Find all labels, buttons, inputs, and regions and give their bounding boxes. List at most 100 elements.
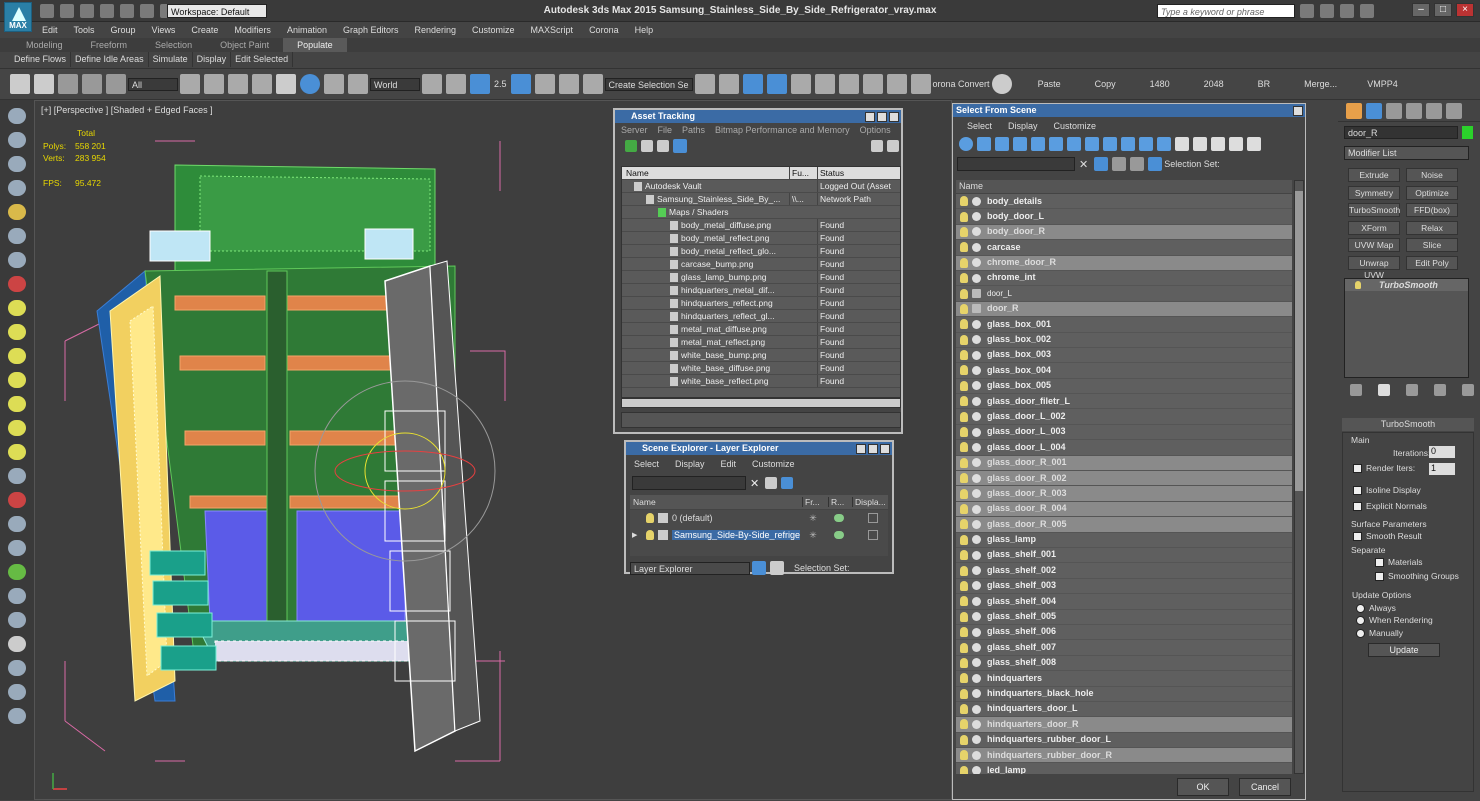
sun-icon[interactable] xyxy=(8,420,26,436)
object-visibility-bulb-icon[interactable] xyxy=(960,642,968,653)
spinner-snap-icon[interactable] xyxy=(558,74,579,94)
scexp-menu-select[interactable]: Select xyxy=(634,459,659,469)
sfs-close-button[interactable] xyxy=(1293,105,1303,116)
asset-horizontal-scrollbar[interactable] xyxy=(621,398,901,408)
utilities-tab-icon[interactable] xyxy=(1446,102,1462,119)
scene-object-row[interactable]: glass_shelf_002 xyxy=(956,563,1292,579)
sphere-gray-icon[interactable] xyxy=(8,636,26,652)
asset-row[interactable]: body_metal_reflect_glo... Found xyxy=(622,245,900,258)
tools-icon[interactable] xyxy=(1320,4,1334,18)
align-icon[interactable] xyxy=(718,74,739,94)
sfs-sort-icon[interactable] xyxy=(1247,137,1261,151)
close-button[interactable]: × xyxy=(1456,3,1474,17)
sfs-search-input[interactable] xyxy=(957,157,1075,171)
sfs-layer2-icon[interactable] xyxy=(1130,157,1145,171)
display-all-icon[interactable] xyxy=(1175,137,1189,151)
camera-icon[interactable] xyxy=(8,228,26,244)
object-visibility-bulb-icon[interactable] xyxy=(960,288,968,299)
scene-object-row[interactable]: glass_box_004 xyxy=(956,363,1292,379)
scexp-menu-edit[interactable]: Edit xyxy=(721,459,737,469)
scene-object-row[interactable]: glass_box_003 xyxy=(956,347,1292,364)
object-visibility-bulb-icon[interactable] xyxy=(960,350,968,361)
scene-object-row[interactable]: body_door_L xyxy=(956,209,1292,225)
stack-bulb-icon[interactable] xyxy=(1355,281,1361,289)
render-icon[interactable] xyxy=(910,74,931,94)
asset-row[interactable]: Samsung_Stainless_Side_By_... \\... Networ… xyxy=(622,193,900,206)
lights-filter-icon[interactable] xyxy=(995,137,1009,151)
list-view-icon[interactable] xyxy=(641,140,653,152)
display-none-icon[interactable] xyxy=(1193,137,1207,151)
settings-icon[interactable] xyxy=(8,684,26,700)
tab-populate[interactable]: Populate xyxy=(283,38,347,52)
cameras-filter-icon[interactable] xyxy=(1013,137,1027,151)
freeze-icon[interactable]: ✳ xyxy=(800,513,826,524)
asset-row[interactable]: carcase_bump.png Found xyxy=(622,258,900,271)
modifier-button-turbosmooth[interactable]: TurboSmooth xyxy=(1348,203,1400,217)
render-iters-spinner[interactable]: 1 xyxy=(1429,463,1455,475)
scexp-layer-row[interactable]: 0 (default) ✳ xyxy=(630,510,888,526)
asset-row[interactable]: hindquarters_reflect.png Found xyxy=(622,297,900,310)
asset-row[interactable]: body_metal_diffuse.png Found xyxy=(622,219,900,232)
render-iters-checkbox[interactable] xyxy=(1353,464,1362,474)
asset-tracking-titlebar[interactable]: Asset Tracking xyxy=(615,110,901,123)
new-layer-icon[interactable] xyxy=(781,477,794,489)
create-tab-icon[interactable] xyxy=(1346,102,1362,119)
configure-sets-icon[interactable] xyxy=(1462,384,1474,396)
asset-minimize-button[interactable] xyxy=(865,111,875,122)
object-visibility-bulb-icon[interactable] xyxy=(960,565,968,576)
menu-customize[interactable]: Customize xyxy=(464,22,523,38)
subtab-edit-selected[interactable]: Edit Selected xyxy=(231,52,294,67)
scene-object-row[interactable]: hindquarters_door_R xyxy=(956,717,1292,733)
object-visibility-bulb-icon[interactable] xyxy=(960,226,968,237)
scexp-minimize-button[interactable] xyxy=(856,443,866,454)
modifier-button-edit-poly[interactable]: Edit Poly xyxy=(1406,255,1458,270)
asset-row[interactable]: hindquarters_reflect_gl... Found xyxy=(622,310,900,323)
asset-menu-options[interactable]: Options xyxy=(860,125,891,135)
asset-options-icon[interactable] xyxy=(887,140,899,152)
asset-maximize-button[interactable] xyxy=(877,111,887,122)
table-view-icon[interactable] xyxy=(673,139,687,153)
tab-freeform[interactable]: Freeform xyxy=(77,38,142,52)
object-visibility-bulb-icon[interactable] xyxy=(960,750,968,761)
asset-menu-paths[interactable]: Paths xyxy=(682,125,705,135)
pivot-icon[interactable] xyxy=(422,74,442,94)
bind-space-warp-icon[interactable] xyxy=(106,74,126,94)
object-visibility-bulb-icon[interactable] xyxy=(960,365,968,376)
manually-radio[interactable] xyxy=(1356,629,1365,639)
object-visibility-bulb-icon[interactable] xyxy=(960,627,968,638)
hair-icon[interactable] xyxy=(8,588,26,604)
scene-object-row[interactable]: glass_door_R_004 xyxy=(956,501,1292,518)
menu-corona[interactable]: Corona xyxy=(581,22,627,38)
scene-object-row[interactable]: glass_shelf_006 xyxy=(956,624,1292,641)
object-visibility-bulb-icon[interactable] xyxy=(960,319,968,330)
undo-icon[interactable] xyxy=(100,4,114,18)
angle-snap-icon[interactable] xyxy=(510,74,531,94)
object-visibility-bulb-icon[interactable] xyxy=(960,765,968,774)
selection-filter-dropdown[interactable]: All xyxy=(128,77,178,91)
cancel-button[interactable]: Cancel xyxy=(1239,778,1291,796)
named-selection-dropdown[interactable]: Create Selection Se xyxy=(604,77,693,91)
scene-object-row[interactable]: glass_box_005 xyxy=(956,378,1292,395)
menu-maxscript[interactable]: MAXScript xyxy=(523,22,582,38)
window-crossing-icon[interactable] xyxy=(252,74,272,94)
vmpp4-button[interactable]: VMPP4 xyxy=(1367,79,1398,89)
link-icon[interactable] xyxy=(58,74,78,94)
render-teapot-icon[interactable] xyxy=(834,514,844,522)
select-object-icon[interactable] xyxy=(180,74,200,94)
help-icon[interactable] xyxy=(1360,4,1374,18)
scene-explorer-toggle-icon[interactable] xyxy=(8,108,26,124)
hidden-filter-icon[interactable] xyxy=(1157,137,1171,151)
sfs-layer-icon[interactable] xyxy=(1112,157,1127,171)
bone-icon[interactable] xyxy=(8,492,26,508)
update-button[interactable]: Update xyxy=(1368,643,1440,657)
asset-col-status[interactable]: Status xyxy=(817,167,893,179)
scene-object-row[interactable]: hindquarters_black_hole xyxy=(956,686,1292,702)
object-visibility-bulb-icon[interactable] xyxy=(960,688,968,699)
sfs-titlebar[interactable]: Select From Scene xyxy=(953,104,1305,117)
object-visibility-bulb-icon[interactable] xyxy=(960,488,968,499)
layer-explorer-icon[interactable] xyxy=(742,74,763,94)
layer-mode-icon[interactable] xyxy=(752,561,766,575)
scale-icon[interactable] xyxy=(324,74,344,94)
redo-tool-icon[interactable] xyxy=(34,74,54,94)
object-visibility-bulb-icon[interactable] xyxy=(960,673,968,684)
